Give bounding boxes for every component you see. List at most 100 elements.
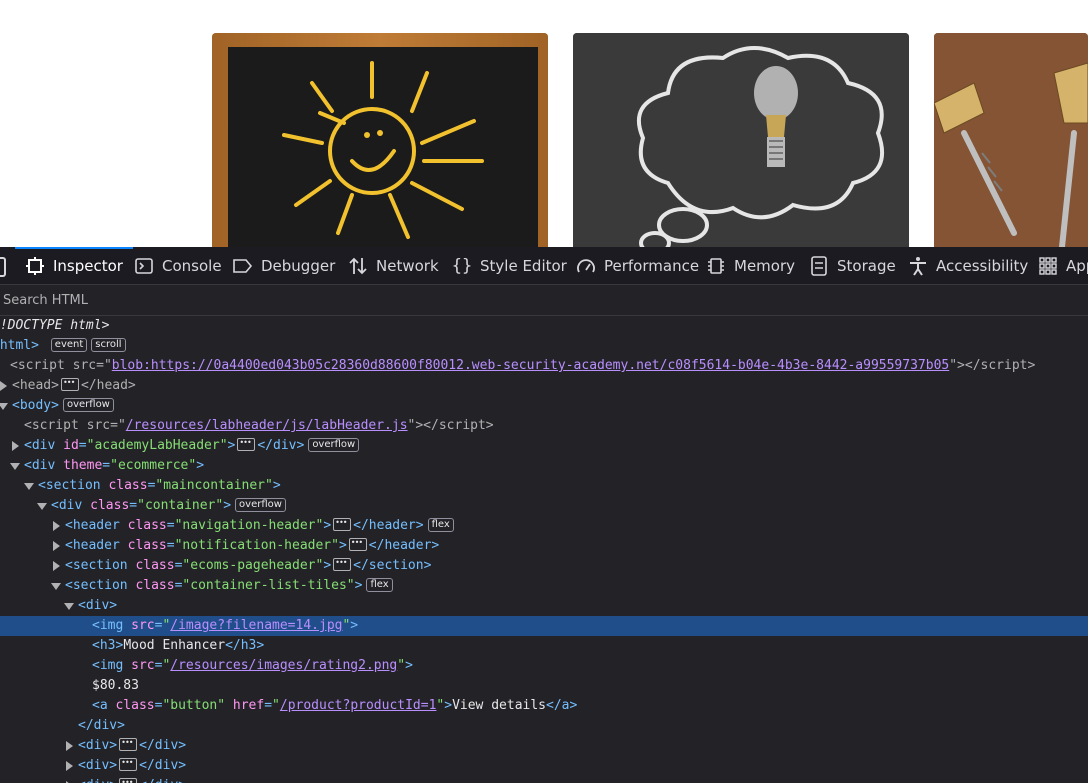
- event-badge[interactable]: event: [50, 337, 88, 352]
- collapse-toggle[interactable]: [0, 396, 8, 416]
- tree-node-script-blob[interactable]: <script src="blob:https://0a4400ed043b05…: [0, 356, 1088, 376]
- collapse-toggle[interactable]: [37, 496, 47, 516]
- tree-node-doctype[interactable]: <!DOCTYPE html>: [0, 316, 1088, 336]
- tab-label: Debugger: [261, 256, 336, 275]
- collapse-toggle[interactable]: [10, 456, 20, 476]
- expand-toggle[interactable]: [64, 756, 73, 776]
- expand-toggle[interactable]: [10, 436, 19, 456]
- tree-node-nav-header[interactable]: <header class="navigation-header"></head…: [0, 513, 1088, 536]
- search-bar: [0, 285, 1088, 316]
- tree-node-img-selected[interactable]: <img src="/image?filename=14.jpg">: [0, 616, 1088, 636]
- overflow-badge[interactable]: overflow: [62, 397, 114, 412]
- expand-toggle[interactable]: [64, 736, 73, 756]
- tab-label: Accessibility: [936, 256, 1029, 275]
- attr-value: notification-header: [182, 538, 332, 553]
- tab-label: Style Editor: [480, 256, 567, 275]
- tree-node-div-close[interactable]: </div>: [0, 716, 1088, 736]
- tab-style-editor[interactable]: {} Style Editor: [452, 247, 567, 284]
- tab-label: Performance: [604, 256, 700, 275]
- tree-node-div-product[interactable]: <div>: [0, 596, 1088, 616]
- expand-toggle[interactable]: [0, 376, 7, 396]
- tree-node-price-text[interactable]: $80.83: [0, 676, 1088, 696]
- search-html-input[interactable]: [0, 285, 1083, 315]
- tab-debugger[interactable]: Debugger: [233, 247, 335, 284]
- product-image-lightbulb[interactable]: [573, 33, 909, 247]
- tab-application[interactable]: App: [1038, 247, 1088, 284]
- debugger-icon: [233, 256, 253, 276]
- tree-node-notification-header[interactable]: <header class="notification-header"></he…: [0, 533, 1088, 556]
- product-image-sun[interactable]: [212, 33, 548, 247]
- price-text: $80.83: [92, 678, 139, 693]
- tab-network[interactable]: Network: [348, 247, 439, 284]
- page-viewport: [0, 0, 1088, 247]
- expand-toggle[interactable]: [51, 516, 60, 536]
- tree-node-div-collapsed[interactable]: <div></div>: [0, 733, 1088, 756]
- tree-node-pageheader[interactable]: <section class="ecoms-pageheader"></sect…: [0, 553, 1088, 576]
- markup-tree: <!DOCTYPE html> <html> eventscroll <scri…: [0, 316, 1088, 783]
- tree-node-html[interactable]: <html> eventscroll: [0, 336, 1088, 356]
- tab-inspector[interactable]: Inspector: [15, 247, 133, 284]
- tree-node-h3[interactable]: <h3>Mood Enhancer</h3>: [0, 636, 1088, 656]
- attr-value: ecoms-pageheader: [190, 558, 316, 573]
- network-icon: [348, 256, 368, 276]
- tab-accessibility[interactable]: Accessibility: [908, 247, 1028, 284]
- collapsed-content[interactable]: [60, 373, 79, 393]
- script-blob-link[interactable]: blob:https://0a4400ed043b05c28360d88600f…: [112, 358, 949, 373]
- tab-performance[interactable]: Performance: [576, 247, 699, 284]
- tab-label: Console: [162, 256, 222, 275]
- collapsed-content[interactable]: [333, 513, 352, 533]
- flex-badge[interactable]: flex: [366, 577, 393, 592]
- expand-toggle[interactable]: [51, 536, 60, 556]
- collapsed-content[interactable]: [119, 773, 138, 783]
- tree-node-section-main[interactable]: <section class="maincontainer">: [0, 476, 1088, 496]
- attr-value: academyLabHeader: [94, 438, 220, 453]
- tab-storage[interactable]: Storage: [809, 247, 896, 284]
- product-href-link[interactable]: /product?productId=1: [280, 698, 437, 713]
- expand-toggle[interactable]: [64, 776, 73, 783]
- tree-node-img-rating[interactable]: <img src="/resources/images/rating2.png"…: [0, 656, 1088, 676]
- attr-value: container-list-tiles: [190, 578, 347, 593]
- collapsed-content[interactable]: [119, 733, 138, 753]
- tree-node-div-collapsed[interactable]: <div></div>: [0, 753, 1088, 776]
- attr-value: container: [144, 498, 216, 513]
- flex-badge[interactable]: flex: [427, 517, 454, 532]
- pick-element-icon[interactable]: [0, 257, 6, 277]
- tree-node-div-theme[interactable]: <div theme="ecommerce">: [0, 456, 1088, 476]
- attr-value: navigation-header: [182, 518, 316, 533]
- img-src-link[interactable]: /image?filename=14.jpg: [170, 618, 342, 633]
- tree-node-body[interactable]: <body> overflow: [0, 396, 1088, 416]
- collapsed-content[interactable]: [119, 753, 138, 773]
- tree-node-head[interactable]: <head></head>: [0, 373, 1088, 396]
- labheader-link[interactable]: /resources/labheader/js/labHeader.js: [126, 418, 408, 433]
- application-icon: [1038, 256, 1058, 276]
- tab-label: Memory: [734, 256, 796, 275]
- tree-node-list-tiles[interactable]: <section class="container-list-tiles"> fl…: [0, 576, 1088, 596]
- overflow-badge[interactable]: overflow: [308, 437, 360, 452]
- tree-node-anchor[interactable]: <a class="button" href="/product?product…: [0, 696, 1088, 716]
- inspector-icon: [25, 256, 45, 276]
- tab-memory[interactable]: Memory: [706, 247, 795, 284]
- scroll-badge[interactable]: scroll: [91, 337, 126, 352]
- tab-label: Network: [376, 256, 439, 275]
- tree-node-div-collapsed[interactable]: <div></div>: [0, 773, 1088, 783]
- collapsed-content[interactable]: [237, 433, 256, 453]
- attr-value: maincontainer: [163, 478, 265, 493]
- rating-src-link[interactable]: /resources/images/rating2.png: [170, 658, 397, 673]
- collapsed-content[interactable]: [333, 553, 352, 573]
- tree-node-div-container[interactable]: <div class="container"> overflow: [0, 496, 1088, 516]
- expand-toggle[interactable]: [51, 556, 60, 576]
- collapse-toggle[interactable]: [51, 576, 61, 596]
- style-editor-icon: {}: [451, 255, 473, 276]
- tree-node-academy-header[interactable]: <div id="academyLabHeader"></div>overflo…: [0, 433, 1088, 456]
- overflow-badge[interactable]: overflow: [235, 497, 286, 512]
- tab-label: Storage: [837, 256, 896, 275]
- product-image-darts[interactable]: [934, 33, 1088, 247]
- performance-icon: [576, 256, 596, 276]
- tab-console[interactable]: Console: [134, 247, 222, 284]
- attr-value: ecommerce: [117, 458, 189, 473]
- tree-node-script-labheader[interactable]: <script src="/resources/labheader/js/lab…: [0, 416, 1088, 436]
- attr-value: button: [170, 698, 218, 713]
- collapsed-content[interactable]: [348, 533, 367, 553]
- collapse-toggle[interactable]: [24, 476, 34, 496]
- collapse-toggle[interactable]: [64, 596, 74, 616]
